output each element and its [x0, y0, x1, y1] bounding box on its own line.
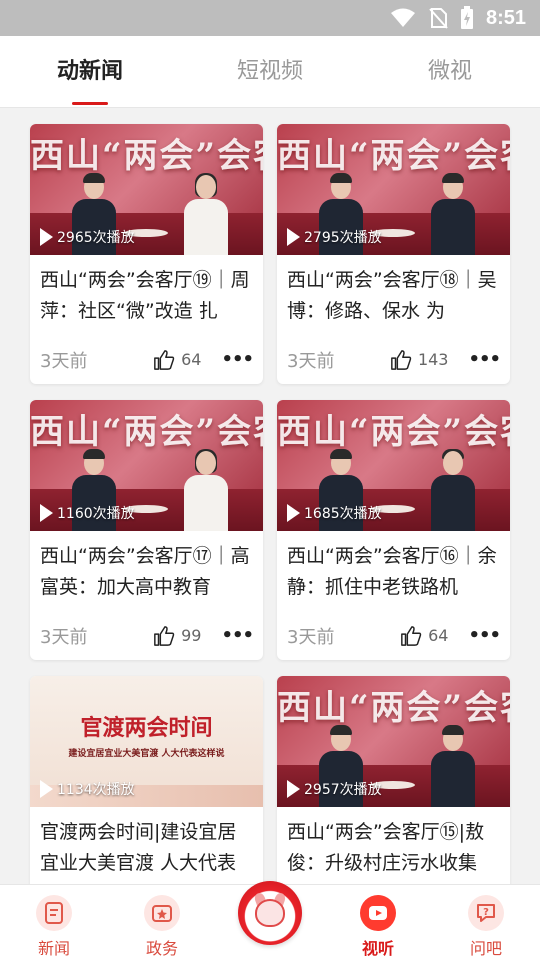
publish-date: 3天前	[287, 350, 335, 372]
play-count-text: 1685次播放	[304, 506, 382, 522]
video-play-icon	[360, 895, 396, 931]
news-icon	[36, 895, 72, 931]
thumbnail-brand-text: 西山“两会”会客厅	[30, 136, 263, 176]
publish-date: 3天前	[287, 626, 335, 648]
video-thumbnail[interactable]: 官渡两会时间 建设宜居宜业大美官渡 人大代表这样说 1134次播放	[30, 676, 263, 807]
thumbs-up-icon[interactable]	[153, 625, 175, 647]
publish-date: 3天前	[40, 626, 88, 648]
video-thumbnail[interactable]: 西山“两会”会客厅 1685次播放	[277, 400, 510, 531]
more-options-icon[interactable]: •••	[468, 349, 501, 370]
nav-label: 政务	[145, 939, 178, 958]
video-title[interactable]: 西山“两会”会客厅⑲｜周萍：社区“微”改造 扎	[30, 255, 263, 335]
nav-item-mascot[interactable]	[216, 881, 324, 960]
nav-label: 视听	[361, 939, 394, 958]
mascot-icon	[238, 881, 302, 945]
thumbs-up-icon[interactable]	[400, 625, 422, 647]
video-title[interactable]: 西山“两会”会客厅⑯｜余静：抓住中老铁路机	[277, 531, 510, 611]
like-count: 143	[417, 350, 449, 369]
status-time: 8:51	[485, 6, 526, 29]
play-count-text: 1160次播放	[57, 506, 135, 522]
bottom-nav: 新闻 政务 视听 ? 问吧	[0, 881, 540, 960]
no-sim-icon	[429, 8, 448, 29]
svg-text:?: ?	[483, 907, 489, 918]
play-count-text: 1134次播放	[57, 782, 135, 798]
play-count: 1134次播放	[40, 779, 135, 799]
tab-short-video[interactable]: 短视频	[180, 36, 360, 107]
video-title[interactable]: 西山“两会”会客厅⑰｜高富英：加大高中教育	[30, 531, 263, 611]
nav-item-news[interactable]: 新闻	[0, 885, 108, 960]
like-count: 64	[181, 350, 202, 369]
play-icon	[40, 228, 53, 246]
video-title[interactable]: 西山“两会”会客厅⑮|敖俊：升级村庄污水收集	[277, 807, 510, 884]
play-count: 2965次播放	[40, 227, 135, 247]
tab-label: 动新闻	[56, 59, 123, 84]
tab-label: 微视	[427, 59, 472, 84]
thumbnail-brand-text: 西山“两会”会客厅	[277, 412, 510, 452]
nav-item-government[interactable]: 政务	[108, 885, 216, 960]
more-options-icon[interactable]: •••	[221, 349, 254, 370]
battery-charging-icon	[460, 6, 473, 29]
banner-title: 官渡两会时间	[80, 716, 213, 741]
video-card[interactable]: 西山“两会”会客厅 2957次播放 西山“两会”会客厅⑮|敖俊：升级村庄污水收集	[277, 676, 510, 884]
tab-active-indicator	[72, 102, 108, 105]
guest-figure	[180, 449, 232, 531]
like-count: 99	[181, 626, 202, 645]
card-meta: 3天前 143 •••	[277, 335, 510, 384]
card-meta: 3天前 64 •••	[277, 611, 510, 660]
status-bar: 8:51	[0, 0, 540, 36]
top-tabs: 动新闻 短视频 微视	[0, 36, 540, 108]
video-card[interactable]: 西山“两会”会客厅 2795次播放 西山“两会”会客厅⑱｜吴博：修路、保水 为 …	[277, 124, 510, 384]
thumbnail-brand-text: 西山“两会”会客厅	[277, 136, 510, 176]
play-count: 1160次播放	[40, 503, 135, 523]
video-card[interactable]: 官渡两会时间 建设宜居宜业大美官渡 人大代表这样说 1134次播放 官渡两会时间…	[30, 676, 263, 884]
play-count: 1685次播放	[287, 503, 382, 523]
thumbs-up-icon[interactable]	[153, 349, 175, 371]
play-count: 2957次播放	[287, 779, 382, 799]
video-grid: 西山“两会”会客厅 2965次播放 西山“两会”会客厅⑲｜周萍：社区“微”改造 …	[30, 124, 510, 884]
play-count-text: 2795次播放	[304, 230, 382, 246]
nav-item-ask[interactable]: ? 问吧	[432, 885, 540, 960]
nav-label: 新闻	[37, 939, 70, 958]
card-meta: 3天前 64 •••	[30, 335, 263, 384]
tab-label: 短视频	[236, 59, 303, 84]
play-count-text: 2957次播放	[304, 782, 382, 798]
nav-label: 问吧	[469, 939, 502, 958]
tab-micro-video[interactable]: 微视	[360, 36, 540, 107]
guest-figure	[427, 449, 479, 531]
guest-figure	[427, 173, 479, 255]
play-count-text: 2965次播放	[57, 230, 135, 246]
play-icon	[287, 504, 300, 522]
thumbs-up-icon[interactable]	[390, 349, 412, 371]
more-options-icon[interactable]: •••	[221, 625, 254, 646]
guest-figure	[427, 725, 479, 807]
video-card[interactable]: 西山“两会”会客厅 2965次播放 西山“两会”会客厅⑲｜周萍：社区“微”改造 …	[30, 124, 263, 384]
video-thumbnail[interactable]: 西山“两会”会客厅 2965次播放	[30, 124, 263, 255]
video-feed[interactable]: 西山“两会”会客厅 2965次播放 西山“两会”会客厅⑲｜周萍：社区“微”改造 …	[0, 108, 540, 884]
thumbnail-brand-text: 西山“两会”会客厅	[30, 412, 263, 452]
nav-item-video[interactable]: 视听	[324, 885, 432, 960]
government-icon	[144, 895, 180, 931]
publish-date: 3天前	[40, 350, 88, 372]
play-icon	[40, 780, 53, 798]
card-meta: 3天前 99 •••	[30, 611, 263, 660]
question-chat-icon: ?	[468, 895, 504, 931]
video-card[interactable]: 西山“两会”会客厅 1685次播放 西山“两会”会客厅⑯｜余静：抓住中老铁路机 …	[277, 400, 510, 660]
play-icon	[287, 780, 300, 798]
play-count: 2795次播放	[287, 227, 382, 247]
tab-dong-news[interactable]: 动新闻	[0, 36, 180, 107]
banner-subtitle: 建设宜居宜业大美官渡 人大代表这样说	[68, 749, 225, 759]
more-options-icon[interactable]: •••	[468, 625, 501, 646]
video-card[interactable]: 西山“两会”会客厅 1160次播放 西山“两会”会客厅⑰｜高富英：加大高中教育 …	[30, 400, 263, 660]
video-thumbnail[interactable]: 西山“两会”会客厅 2957次播放	[277, 676, 510, 807]
like-count: 64	[428, 626, 449, 645]
video-thumbnail[interactable]: 西山“两会”会客厅 2795次播放	[277, 124, 510, 255]
thumbnail-brand-text: 西山“两会”会客厅	[277, 688, 510, 728]
video-title[interactable]: 西山“两会”会客厅⑱｜吴博：修路、保水 为	[277, 255, 510, 335]
guest-figure	[180, 173, 232, 255]
video-thumbnail[interactable]: 西山“两会”会客厅 1160次播放	[30, 400, 263, 531]
play-icon	[287, 228, 300, 246]
video-title[interactable]: 官渡两会时间|建设宜居宜业大美官渡 人大代表	[30, 807, 263, 884]
wifi-icon	[390, 8, 415, 27]
play-icon	[40, 504, 53, 522]
